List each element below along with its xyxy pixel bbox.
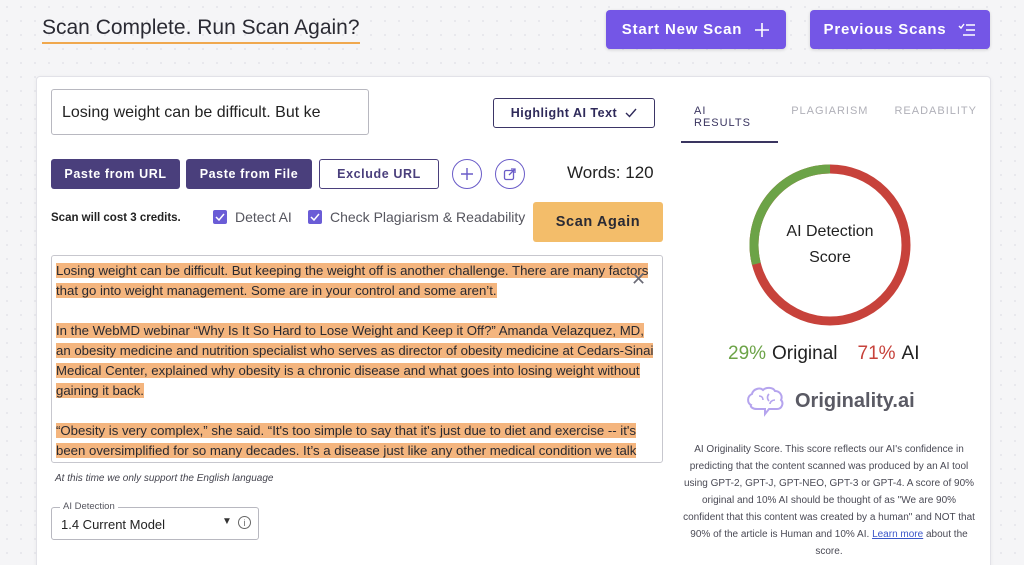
donut-label-line2: Score bbox=[809, 249, 851, 266]
previous-scans-label: Previous Scans bbox=[823, 21, 947, 38]
score-description: AI Originality Score. This score reflect… bbox=[682, 441, 976, 560]
tab-plagiarism[interactable]: PLAGIARISM bbox=[778, 97, 881, 143]
info-icon[interactable]: i bbox=[238, 516, 251, 529]
learn-more-link[interactable]: Learn more bbox=[872, 529, 923, 540]
model-select[interactable]: AI Detection 1.4 Current Model ▼ i bbox=[51, 501, 259, 540]
score-summary: 29% Original 71% AI bbox=[728, 343, 920, 365]
brain-icon bbox=[747, 386, 784, 417]
original-label: Original bbox=[772, 343, 838, 364]
start-new-scan-label: Start New Scan bbox=[621, 21, 743, 38]
paragraph: In the WebMD webinar “Why Is It So Hard … bbox=[56, 321, 658, 401]
paste-from-url-button[interactable]: Paste from URL bbox=[51, 159, 180, 189]
add-button[interactable] bbox=[452, 159, 482, 189]
plus-icon bbox=[461, 168, 473, 180]
export-button[interactable] bbox=[495, 159, 525, 189]
logo-text: Originality.ai bbox=[795, 389, 915, 412]
language-note: At this time we only support the English… bbox=[55, 473, 274, 484]
checkbox-checked-icon bbox=[308, 210, 322, 224]
caret-down-icon: ▼ bbox=[222, 516, 232, 527]
highlighted-text: Losing weight can be difficult. But keep… bbox=[56, 263, 649, 298]
tab-ai-results[interactable]: AI RESULTS bbox=[681, 97, 779, 143]
ai-label: AI bbox=[901, 343, 920, 364]
scan-again-button[interactable]: Scan Again bbox=[533, 202, 663, 242]
detect-ai-label: Detect AI bbox=[235, 209, 292, 225]
paragraph: Losing weight can be difficult. But keep… bbox=[56, 261, 658, 301]
scan-card: Losing weight can be difficult. But ke H… bbox=[36, 76, 991, 565]
detect-ai-checkbox[interactable]: Detect AI bbox=[213, 209, 292, 225]
title-input[interactable]: Losing weight can be difficult. But ke bbox=[51, 89, 369, 135]
list-icon bbox=[958, 23, 976, 36]
ai-percent: 71% bbox=[857, 343, 896, 364]
start-new-scan-button[interactable]: Start New Scan bbox=[606, 10, 786, 49]
word-count: Words: 120 bbox=[567, 163, 654, 182]
highlighted-text: In the WebMD webinar “Why Is It So Hard … bbox=[56, 323, 654, 398]
check-plagiarism-checkbox[interactable]: Check Plagiarism & Readability bbox=[308, 209, 525, 225]
previous-scans-button[interactable]: Previous Scans bbox=[810, 10, 990, 49]
tab-readability[interactable]: READABILITY bbox=[881, 97, 990, 143]
checkbox-checked-icon bbox=[213, 210, 227, 224]
plus-icon bbox=[755, 22, 770, 37]
scan-cost: Scan will cost 3 credits. bbox=[51, 212, 181, 224]
export-icon bbox=[503, 168, 516, 181]
highlighted-text: “Obesity is very complex,” she said. “It… bbox=[56, 423, 637, 458]
originality-logo: Originality.ai bbox=[745, 385, 915, 417]
score-description-text: AI Originality Score. This score reflect… bbox=[683, 444, 975, 540]
model-select-value: 1.4 Current Model bbox=[61, 517, 166, 532]
paragraph: “Obesity is very complex,” she said. “It… bbox=[56, 421, 658, 461]
content-text-area[interactable]: Losing weight can be difficult. But keep… bbox=[51, 255, 663, 463]
model-select-label: AI Detection bbox=[60, 501, 118, 512]
donut-label: AI Detection Score bbox=[747, 162, 913, 328]
ai-score-donut: AI Detection Score bbox=[747, 162, 913, 328]
check-plagiarism-label: Check Plagiarism & Readability bbox=[330, 209, 526, 225]
donut-label-line1: AI Detection bbox=[786, 223, 874, 240]
original-percent: 29% bbox=[728, 343, 767, 364]
check-icon bbox=[625, 108, 637, 118]
close-icon[interactable]: ✕ bbox=[631, 269, 646, 290]
results-tabs: AI RESULTS PLAGIARISM READABILITY bbox=[681, 97, 990, 143]
exclude-url-button[interactable]: Exclude URL bbox=[319, 159, 439, 189]
highlight-ai-text-label: Highlight AI Text bbox=[510, 106, 618, 120]
highlight-ai-text-button[interactable]: Highlight AI Text bbox=[493, 98, 655, 128]
page-title: Scan Complete. Run Scan Again? bbox=[42, 16, 360, 44]
paste-from-file-button[interactable]: Paste from File bbox=[186, 159, 312, 189]
